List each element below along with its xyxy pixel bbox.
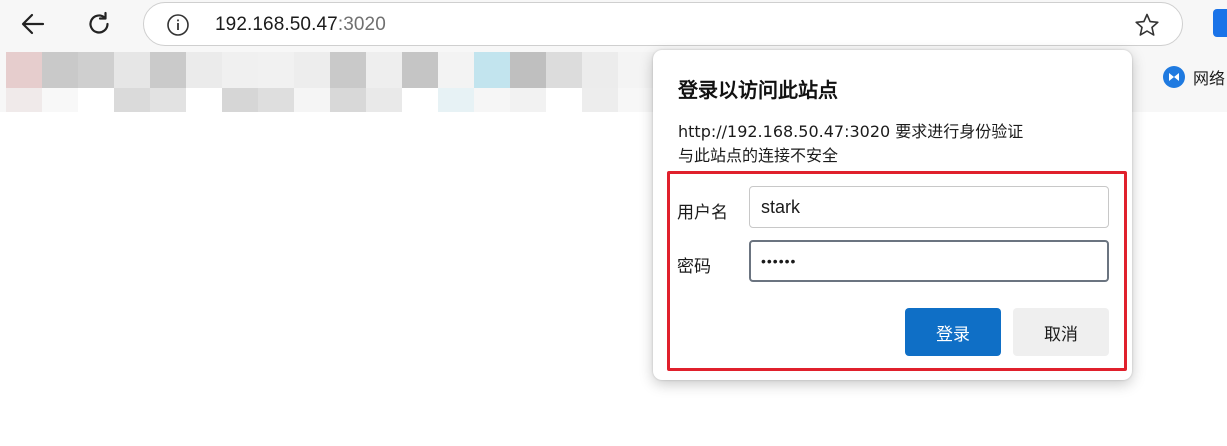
dialog-title: 登录以访问此站点 — [678, 78, 838, 102]
star-icon[interactable] — [1134, 12, 1160, 38]
dialog-message-auth: http://192.168.50.47:3020 要求进行身份验证 — [678, 122, 1024, 141]
password-label: 密码 — [677, 257, 711, 277]
url-host: 192.168.50.47 — [215, 14, 338, 35]
url-text[interactable]: 192.168.50.47:3020 — [215, 14, 386, 36]
favorites-item-label: 网络 — [1193, 69, 1226, 88]
favorites-item[interactable]: 网络 — [1163, 65, 1225, 89]
info-icon[interactable] — [166, 13, 190, 37]
dialog-message-insecure: 与此站点的连接不安全 — [678, 146, 839, 165]
username-label: 用户名 — [677, 203, 728, 223]
browser-toolbar: 192.168.50.47:3020 — [0, 0, 1227, 48]
extension-icon[interactable] — [1213, 9, 1227, 37]
back-arrow-icon — [21, 13, 45, 35]
back-button[interactable] — [13, 4, 53, 44]
auth-dialog: 登录以访问此站点 http://192.168.50.47:3020 要求进行身… — [653, 50, 1132, 380]
reload-icon — [89, 11, 109, 34]
login-button[interactable]: 登录 — [905, 308, 1001, 356]
address-bar[interactable]: 192.168.50.47:3020 — [143, 2, 1183, 46]
favorites-pixelated — [6, 52, 654, 112]
favorites-logo-icon — [1163, 66, 1185, 88]
username-field[interactable]: stark — [749, 186, 1109, 228]
reload-button[interactable] — [79, 4, 119, 44]
password-field[interactable]: •••••• — [749, 240, 1109, 282]
cancel-button[interactable]: 取消 — [1013, 308, 1109, 356]
url-port: :3020 — [337, 14, 386, 35]
